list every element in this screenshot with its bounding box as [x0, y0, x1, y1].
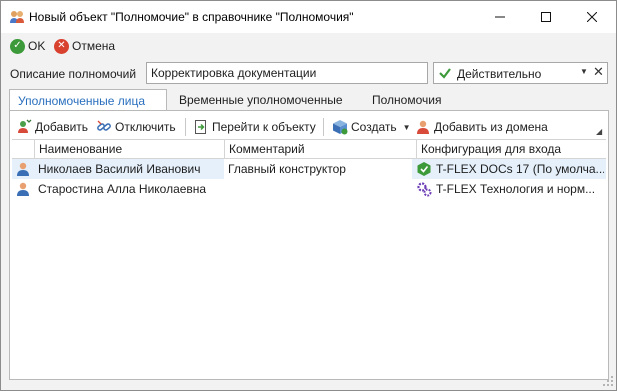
cube-icon: [332, 119, 348, 135]
cell-config[interactable]: T-FLEX DOCs 17 (По умолча...: [436, 162, 604, 176]
add-label: Добавить: [35, 120, 89, 134]
cancel-label: Отмена: [72, 39, 116, 53]
domain-user-icon: [415, 119, 431, 135]
action-bar: ✓ OK ✕ Отмена: [1, 34, 616, 58]
add-from-domain-label: Добавить из домена: [434, 120, 548, 134]
check-icon: [438, 66, 452, 83]
cell-name[interactable]: Николаев Василий Иванович: [34, 159, 234, 179]
disconnect-label: Отключить: [115, 120, 176, 134]
user-icon: [15, 181, 31, 197]
header-icon-column: [12, 140, 34, 159]
grid-header: Наименование Комментарий Конфигурация дл…: [12, 139, 606, 159]
column-header-config[interactable]: Конфигурация для входа: [416, 140, 606, 159]
description-label: Описание полномочий: [10, 67, 137, 81]
cell-config[interactable]: T-FLEX Технология и норм...: [436, 182, 604, 196]
goto-icon: [193, 119, 209, 135]
tab-panel: Добавить Отключить Перейти к объекту Соз…: [9, 110, 609, 380]
maximize-button[interactable]: [523, 1, 569, 33]
close-button[interactable]: [569, 1, 615, 33]
check-icon: ✓: [10, 38, 25, 54]
toolbar-separator: [185, 118, 186, 136]
add-button[interactable]: Добавить: [16, 118, 88, 136]
tab-permissions[interactable]: Полномочия: [372, 89, 441, 111]
user-icon: [15, 161, 31, 177]
table-row[interactable]: Николаев Василий Иванович Главный констр…: [12, 159, 606, 179]
cell-comment[interactable]: [224, 179, 412, 199]
ok-label: OK: [28, 39, 46, 53]
add-user-icon: [16, 119, 32, 135]
chevron-down-icon[interactable]: ▼: [580, 67, 588, 76]
create-label: Создать: [351, 120, 397, 134]
disconnect-button[interactable]: Отключить: [96, 118, 176, 136]
clear-icon[interactable]: ✕: [593, 65, 604, 80]
tab-strip: Уполномоченные лица Временные уполномоче…: [9, 89, 609, 111]
cell-name[interactable]: Старостина Алла Николаевна: [34, 179, 234, 199]
column-header-comment[interactable]: Комментарий: [224, 140, 416, 159]
create-button[interactable]: Создать ▼: [332, 118, 411, 136]
authorized-persons-grid: Наименование Комментарий Конфигурация дл…: [12, 139, 606, 199]
unlink-icon: [96, 119, 112, 135]
docs-icon: [416, 161, 432, 177]
grid-toolbar: Добавить Отключить Перейти к объекту Соз…: [10, 115, 608, 139]
cell-comment[interactable]: Главный конструктор: [224, 159, 412, 179]
title-bar[interactable]: Новый объект "Полномочие" в справочнике …: [1, 1, 616, 33]
dialog-window: Новый объект "Полномочие" в справочнике …: [0, 0, 617, 391]
cancel-button[interactable]: ✕ Отмена: [54, 37, 115, 55]
goto-label: Перейти к объекту: [212, 120, 316, 134]
toolbar-overflow-icon[interactable]: ◢: [596, 127, 602, 136]
cancel-icon: ✕: [54, 38, 69, 54]
ok-button[interactable]: ✓ OK: [10, 37, 45, 55]
toolbar-separator: [323, 118, 324, 136]
goto-object-button[interactable]: Перейти к объекту: [193, 118, 316, 136]
window-title: Новый объект "Полномочие" в справочнике …: [29, 10, 354, 24]
gear-icon: [416, 181, 432, 197]
table-row[interactable]: Старостина Алла Николаевна T-FLEX Технол…: [12, 179, 606, 199]
users-icon: [9, 9, 25, 25]
chevron-down-icon[interactable]: ▼: [403, 123, 411, 132]
resize-grip-icon[interactable]: [602, 375, 614, 387]
add-from-domain-button[interactable]: Добавить из домена: [415, 118, 548, 136]
status-select[interactable]: Действительно ▼ ✕: [433, 62, 608, 84]
description-input[interactable]: Корректировка документации: [146, 62, 428, 84]
minimize-button[interactable]: [477, 1, 523, 33]
status-value: Действительно: [457, 67, 542, 81]
tab-temporary-authorized[interactable]: Временные уполномоченные: [179, 89, 343, 111]
tab-authorized-persons[interactable]: Уполномоченные лица: [9, 89, 167, 111]
column-header-name[interactable]: Наименование: [34, 140, 224, 159]
